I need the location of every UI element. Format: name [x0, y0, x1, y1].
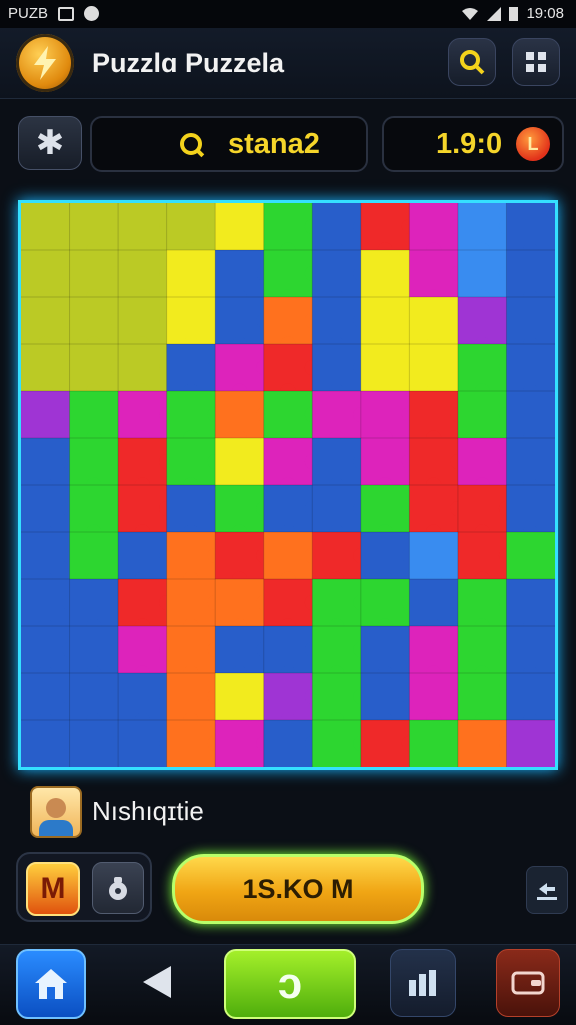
nav-stats-button[interactable] — [390, 949, 456, 1017]
play-button-label: 1S.KO M — [242, 873, 354, 904]
puzzle-board[interactable] — [18, 200, 558, 770]
nav-center-button[interactable]: ɔ — [224, 949, 356, 1019]
stats-icon — [409, 970, 436, 996]
player-row: Nıshıqɪtie — [0, 780, 576, 840]
powerup-group: M — [16, 852, 152, 922]
search-field[interactable]: stana2 — [90, 116, 368, 172]
nav-wallet-button[interactable] — [496, 949, 560, 1017]
back-arrow-icon — [143, 966, 171, 998]
status-left: PUZB — [8, 5, 100, 22]
timer-display: 1.9:0 L — [382, 116, 564, 172]
share-button[interactable] — [526, 866, 568, 914]
bag-icon — [109, 877, 127, 900]
puzzle-board-canvas[interactable] — [21, 203, 555, 767]
status-time: 19:08 — [526, 5, 564, 22]
clock-icon: L — [516, 127, 550, 161]
action-row: M 1S.KO M — [0, 848, 576, 928]
share-icon — [537, 883, 557, 900]
grid-icon — [526, 52, 546, 72]
avatar-body — [39, 820, 73, 836]
status-bar: PUZB 19:08 — [0, 0, 576, 28]
gear-icon: ✱ — [35, 124, 65, 162]
notification-icon — [58, 6, 75, 21]
player-avatar[interactable] — [30, 786, 82, 838]
app-notification-icon — [84, 6, 100, 21]
menu-grid-button[interactable] — [512, 38, 560, 86]
timer-value: 1.9:0 — [436, 128, 503, 160]
m-powerup-label: M — [40, 872, 66, 905]
status-right: 19:08 — [461, 5, 564, 22]
search-text: stana2 — [228, 127, 320, 160]
status-carrier: PUZB — [8, 5, 49, 22]
search-button[interactable] — [448, 38, 496, 86]
avatar-head — [46, 798, 66, 818]
nav-center-label: ɔ — [277, 959, 303, 1008]
home-icon — [35, 969, 67, 999]
bottom-nav: ɔ — [0, 944, 576, 1025]
player-name: Nıshıqɪtie — [92, 796, 204, 826]
toolbar: ✱ stana2 1.9:0 L — [0, 112, 576, 174]
play-button[interactable]: 1S.KO M — [172, 854, 424, 924]
signal-icon — [487, 6, 502, 21]
search-icon — [180, 133, 202, 155]
board-gloss — [21, 203, 555, 767]
settings-button[interactable]: ✱ — [18, 116, 82, 170]
battery-icon — [509, 7, 519, 21]
m-powerup-button[interactable]: M — [26, 862, 80, 916]
bag-button[interactable] — [92, 862, 144, 914]
app-header: Puzzlɑ Puzzela — [0, 28, 576, 99]
app-title: Puzzlɑ Puzzela — [92, 48, 285, 78]
search-icon — [460, 50, 485, 75]
wallet-icon — [511, 971, 545, 995]
wifi-icon — [462, 7, 479, 20]
nav-back-button[interactable] — [132, 949, 182, 1015]
nav-home-button[interactable] — [16, 949, 86, 1019]
lightning-bolt-icon[interactable] — [16, 34, 74, 92]
clock-icon-label: L — [527, 133, 539, 154]
